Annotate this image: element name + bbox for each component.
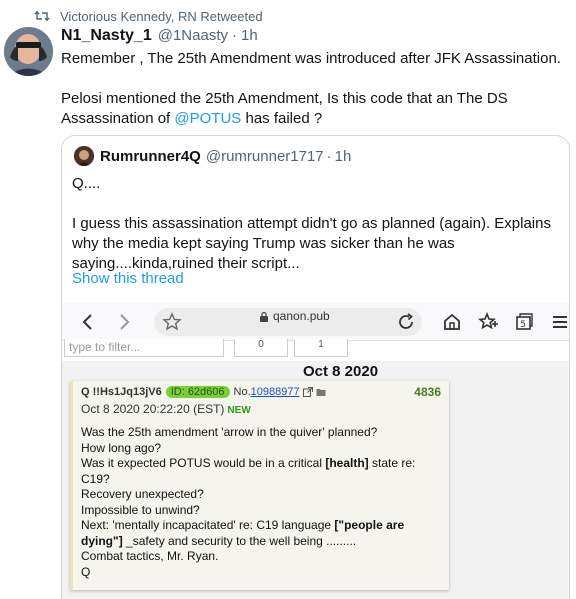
post-no-label: No. <box>233 386 251 398</box>
post-meta: Q !!Hs1Jq13jV6 ID: 62d606 No. 10988977 <box>81 386 326 398</box>
url-label: qanon.pub <box>273 309 330 323</box>
tweet-text: Remember , The 25th Amendment was introd… <box>61 49 566 129</box>
post-line-bold: [health] <box>325 456 369 470</box>
separator-dot: · <box>232 27 237 44</box>
quote-author-handle[interactable]: @rumrunner1717 <box>206 148 324 165</box>
post-id-badge: ID: 62d606 <box>165 386 230 398</box>
retweet-header: Victorious Kennedy, RN Retweeted <box>34 8 263 24</box>
post-line: Q <box>81 564 91 579</box>
post-number: 10988977 <box>250 386 300 398</box>
post-line: C19? <box>81 471 110 486</box>
post-line-part: state re: <box>368 456 416 470</box>
tweet-line-2-end: has failed ? <box>241 110 323 127</box>
post-line-part: Next: 'mentally incapacitated' re: C19 l… <box>81 518 335 532</box>
home-icon <box>444 313 460 330</box>
quote-media-image[interactable]: qanon.pub 5 type to filter... 0 1 Oct 8 … <box>62 303 569 599</box>
forward-arrow-icon <box>120 314 130 330</box>
post-line: Next: 'mentally incapacitated' re: C19 l… <box>81 518 446 534</box>
new-badge: NEW <box>227 405 251 416</box>
post-line: Was the 25th amendment 'arrow in the qui… <box>81 425 378 439</box>
browser-toolbar: qanon.pub 5 <box>62 303 569 341</box>
retweet-label[interactable]: Victorious Kennedy, RN Retweeted <box>60 9 263 24</box>
lock-icon <box>260 311 268 322</box>
post-body: Was the 25th amendment 'arrow in the qui… <box>81 425 446 580</box>
post-line-bold: ["people are <box>334 518 405 532</box>
post-line-part: _safety and security to the well being .… <box>122 533 357 548</box>
retweet-icon <box>34 10 50 22</box>
quoted-tweet[interactable]: Rumrunner4Q @rumrunner1717 · 1h Q.... I … <box>61 135 570 599</box>
reload-icon <box>399 313 413 329</box>
post-line-bold: dying"] <box>81 533 123 548</box>
post-date: Oct 8 2020 20:22:20 (EST) NEW <box>81 402 251 416</box>
tabs-icon: 5 <box>516 313 533 330</box>
date-heading: Oct 8 2020 <box>303 363 379 380</box>
quote-header: Rumrunner4Q @rumrunner1717 · 1h <box>74 146 351 166</box>
author-handle[interactable]: @1Naasty <box>158 27 228 44</box>
star-outline-icon <box>162 312 182 331</box>
post-line-part: Was it expected POTUS would be in a crit… <box>81 456 326 470</box>
filter-button-2: 1 <box>294 339 348 357</box>
filter-button-1: 0 <box>234 339 288 357</box>
post-line: How long ago? <box>81 440 162 455</box>
filter-row: type to filter... 0 1 <box>62 339 569 361</box>
back-arrow-icon <box>82 314 92 330</box>
post-line: Recovery unexpected? <box>81 487 204 501</box>
quote-separator-dot: · <box>326 147 332 165</box>
tweet-line-1: Remember , The 25th Amendment was introd… <box>61 50 561 67</box>
url-text: qanon.pub <box>259 309 330 323</box>
quote-text: Q.... I guess this assassination attempt… <box>72 174 562 274</box>
menu-icon <box>553 316 567 328</box>
quote-line-1: Q.... <box>72 175 101 192</box>
post-count: 4836 <box>414 385 441 399</box>
tweet-header: N1_Nasty_1 @1Naasty · 1h <box>61 27 258 45</box>
post-line: Impossible to unwind? <box>81 502 200 517</box>
author-name[interactable]: N1_Nasty_1 <box>61 27 152 45</box>
post-tripcode: Q !!Hs1Jq13jV6 <box>81 386 162 398</box>
post-line: dying"] _safety and security to the well… <box>81 534 446 550</box>
quote-author-name[interactable]: Rumrunner4Q <box>100 148 201 165</box>
favorites-star-icon <box>478 312 498 330</box>
external-link-icon <box>302 387 313 397</box>
avatar[interactable] <box>4 27 53 76</box>
quote-time[interactable]: 1h <box>335 148 352 165</box>
quote-avatar[interactable] <box>74 146 94 166</box>
quote-line-2: I guess this assassination attempt didn'… <box>72 215 551 272</box>
filter-input: type to filter... <box>64 339 224 357</box>
tweet-line-2: Pelosi mentioned the 25th Amendment, Is … <box>61 89 566 129</box>
show-thread-link[interactable]: Show this thread <box>72 270 184 287</box>
mention-link[interactable]: @POTUS <box>174 110 241 127</box>
post-line: Was it expected POTUS would be in a crit… <box>81 456 446 472</box>
post-date-text: Oct 8 2020 20:22:20 (EST) <box>81 402 225 416</box>
tweet-time[interactable]: 1h <box>241 27 258 44</box>
svg-text:5: 5 <box>520 320 526 330</box>
post-line: Combat tactics, Mr. Ryan. <box>81 549 219 563</box>
folder-icon <box>316 389 326 396</box>
q-post-card: Q !!Hs1Jq13jV6 ID: 62d606 No. 10988977 4… <box>70 381 449 590</box>
